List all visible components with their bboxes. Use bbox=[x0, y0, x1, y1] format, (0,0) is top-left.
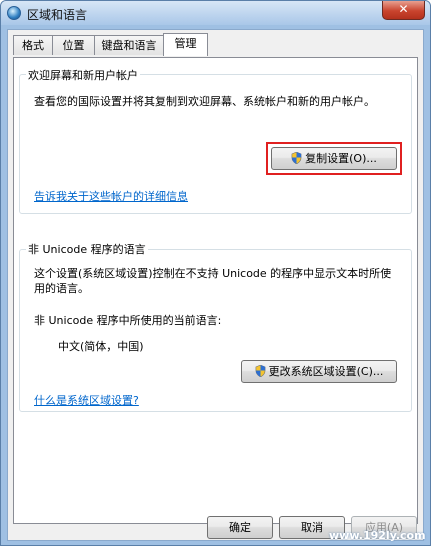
unicode-description-line2: 用的语言。 bbox=[34, 282, 89, 295]
change-locale-label: 更改系统区域设置(C)... bbox=[268, 365, 384, 378]
tab-format[interactable]: 格式 bbox=[13, 35, 53, 55]
watermark: www.192ly.com bbox=[329, 529, 426, 542]
dialog-body: 格式 位置 键盘和语言 管理 欢迎屏幕和新用户帐户 查看您的国际设置并将其复制到… bbox=[7, 29, 424, 541]
title-bar[interactable]: 区域和语言 ✕ bbox=[1, 1, 430, 25]
unicode-group-title: 非 Unicode 程序的语言 bbox=[26, 241, 148, 257]
unicode-description-line1: 这个设置(系统区域设置)控制在不支持 Unicode 的程序中显示文本时所使 bbox=[34, 267, 392, 280]
welcome-description: 查看您的国际设置并将其复制到欢迎屏幕、系统帐户和新的用户帐户。 bbox=[34, 95, 375, 108]
administrative-panel: 欢迎屏幕和新用户帐户 查看您的国际设置并将其复制到欢迎屏幕、系统帐户和新的用户帐… bbox=[13, 57, 418, 524]
tab-location[interactable]: 位置 bbox=[52, 35, 95, 55]
current-language-value: 中文(简体，中国) bbox=[58, 340, 144, 353]
window-title: 区域和语言 bbox=[27, 8, 88, 22]
ok-button[interactable]: 确定 bbox=[207, 516, 273, 539]
globe-icon bbox=[7, 6, 21, 20]
change-system-locale-button[interactable]: 更改系统区域设置(C)... bbox=[241, 360, 397, 383]
close-button[interactable]: ✕ bbox=[382, 1, 425, 20]
tab-administrative[interactable]: 管理 bbox=[163, 33, 208, 56]
highlight-box bbox=[266, 142, 402, 175]
accounts-info-link[interactable]: 告诉我关于这些帐户的详细信息 bbox=[34, 188, 188, 204]
system-locale-info-link[interactable]: 什么是系统区域设置? bbox=[34, 392, 139, 408]
welcome-group-title: 欢迎屏幕和新用户帐户 bbox=[26, 67, 140, 83]
uac-shield-icon bbox=[255, 365, 265, 377]
current-language-label: 非 Unicode 程序中所使用的当前语言: bbox=[34, 314, 222, 327]
tab-keyboard-language[interactable]: 键盘和语言 bbox=[94, 35, 164, 55]
region-language-window: 区域和语言 ✕ 格式 位置 键盘和语言 管理 欢迎屏幕和新用户帐户 查看您的国际… bbox=[0, 0, 431, 546]
